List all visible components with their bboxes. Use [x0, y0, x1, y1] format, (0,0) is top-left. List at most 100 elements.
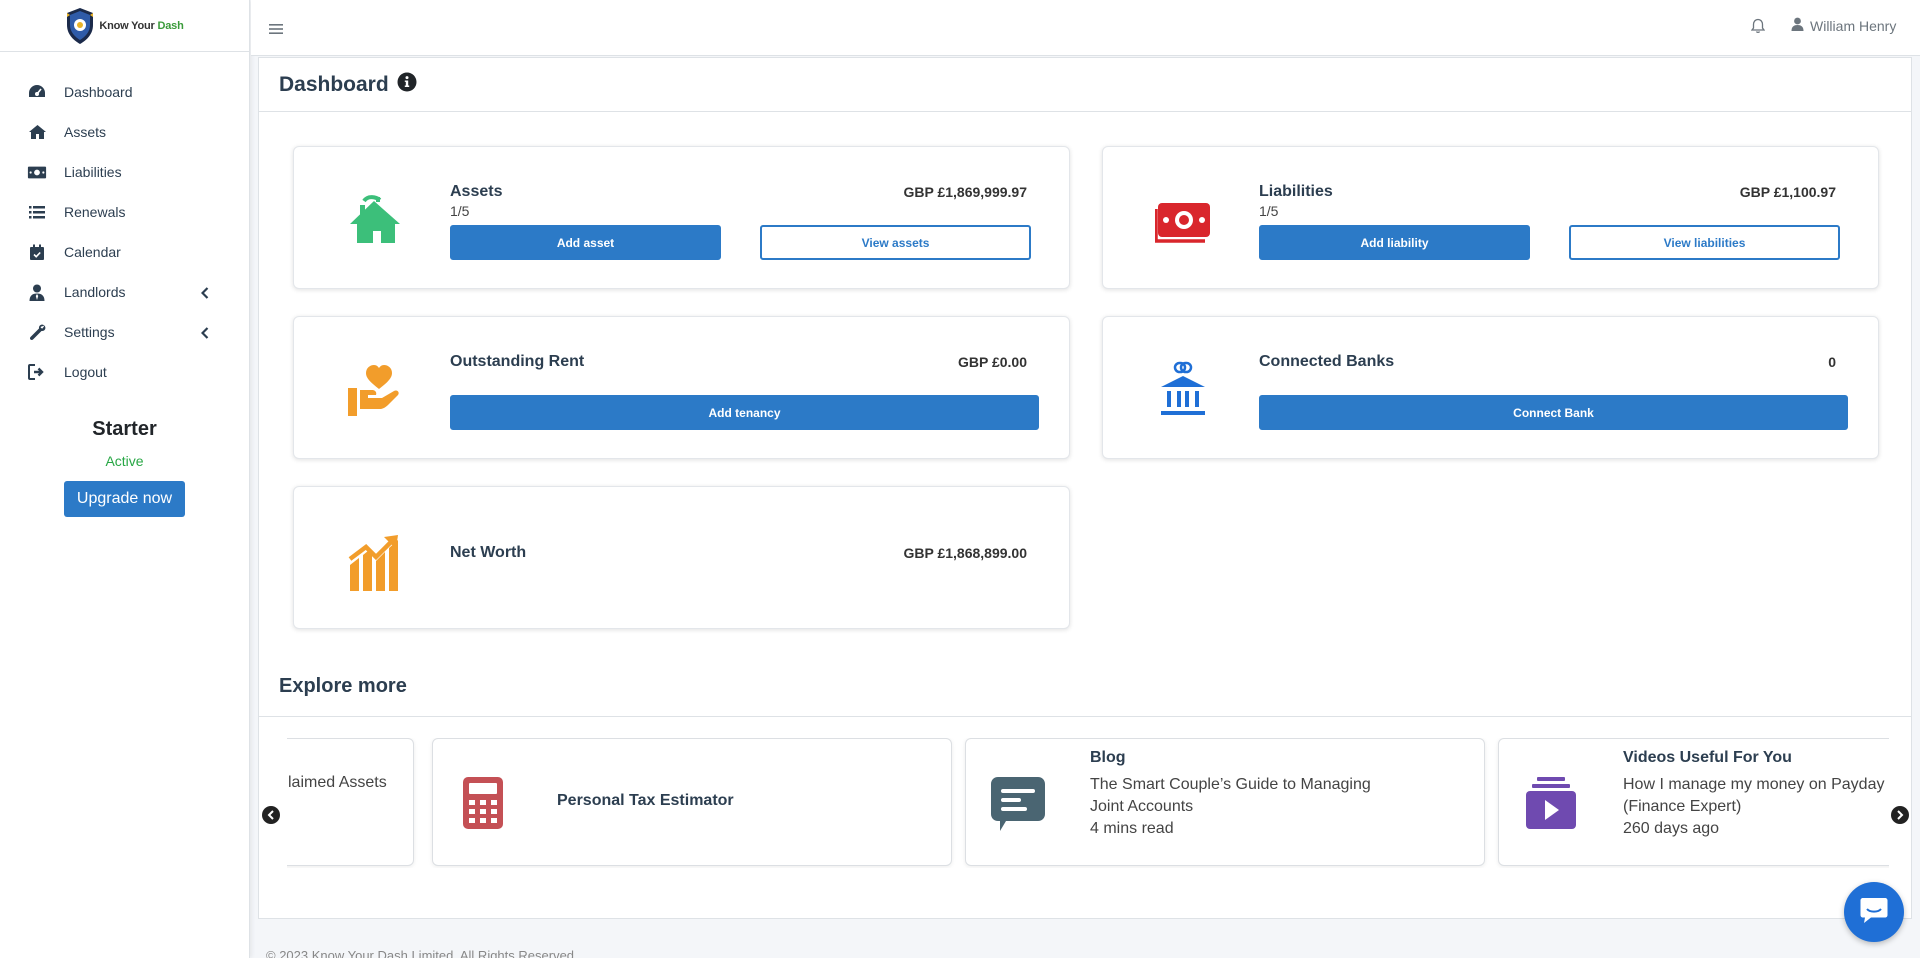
add-asset-button[interactable]: Add asset: [450, 225, 721, 260]
video-age: 260 days ago: [1623, 820, 1720, 837]
sidebar-item-label: Renewals: [64, 204, 126, 220]
sidebar-item-label: Assets: [64, 124, 107, 140]
calendar-icon: [27, 243, 47, 261]
hamburger-menu-icon[interactable]: [269, 22, 283, 40]
money-icon: [27, 163, 47, 181]
sidebar-item-renewals[interactable]: Renewals: [0, 192, 249, 232]
wrench-icon: [27, 323, 47, 341]
assets-amount: GBP £1,869,999.97: [903, 184, 1027, 200]
blog-read-time: 4 mins read: [1090, 820, 1174, 837]
explore-card-title: Personal Tax Estimator: [557, 792, 734, 809]
footer-copyright: © 2023 Know Your Dash Limited. All Right…: [266, 948, 578, 958]
explore-more-heading: Explore more: [279, 675, 407, 697]
chevron-right-icon: [1897, 810, 1904, 820]
plan-status: Active: [105, 453, 144, 469]
view-liabilities-button[interactable]: View liabilities: [1569, 225, 1840, 260]
divider: [259, 716, 1911, 717]
card-title: Connected Banks: [1259, 353, 1395, 370]
chevron-left-icon: [267, 810, 274, 820]
gauge-icon: [27, 83, 47, 101]
user-menu[interactable]: William Henry: [1791, 17, 1896, 34]
explore-card-blog[interactable]: Blog The Smart Couple’s Guide to Managin…: [965, 738, 1485, 866]
video-title: How I manage my money on Payday (Finance…: [1623, 776, 1885, 815]
user-name: William Henry: [1810, 17, 1897, 34]
chat-widget-button[interactable]: [1844, 882, 1904, 942]
brand[interactable]: Know Your Dash: [0, 0, 249, 52]
explore-card-tax-estimator[interactable]: Personal Tax Estimator: [432, 738, 952, 866]
carousel-prev-arrow[interactable]: [262, 806, 280, 824]
info-icon[interactable]: [397, 72, 417, 97]
bell-icon[interactable]: [1750, 18, 1766, 39]
sidebar-item-label: Liabilities: [64, 164, 122, 180]
sidebar-item-landlords[interactable]: Landlords: [0, 272, 249, 312]
explore-card-videos[interactable]: Videos Useful For You How I manage my mo…: [1498, 738, 1889, 866]
main-content: Dashboard Assets 1/5 GBP £1,869,999.97 A…: [258, 57, 1912, 919]
explore-card-title: Blog: [1090, 749, 1126, 766]
explore-card-title: Videos Useful For You: [1623, 749, 1792, 766]
sidebar-item-assets[interactable]: Assets: [0, 112, 249, 152]
chevron-left-icon: [200, 286, 209, 302]
chat-bubble-icon: [1859, 895, 1889, 930]
upgrade-button[interactable]: Upgrade now: [63, 481, 186, 517]
user-tie-icon: [27, 283, 47, 301]
explore-card-text: laimed Assets: [288, 774, 387, 791]
banks-count: 0: [1828, 354, 1836, 370]
sidebar-item-liabilities[interactable]: Liabilities: [0, 152, 249, 192]
brand-name: Know Your Dash: [99, 19, 184, 32]
page-header: Dashboard: [259, 58, 1911, 112]
sign-out-icon: [27, 363, 47, 381]
card-title: Outstanding Rent: [450, 353, 585, 370]
page-title: Dashboard: [279, 72, 389, 96]
net-worth-card: Net Worth GBP £1,868,899.00: [293, 486, 1070, 629]
sidebar-item-label: Dashboard: [64, 84, 133, 100]
card-title: Assets: [450, 183, 503, 200]
home-icon: [346, 191, 402, 247]
card-title: Net Worth: [450, 544, 527, 561]
view-assets-button[interactable]: View assets: [760, 225, 1031, 260]
explore-card-text: The Smart Couple’s Guide to Managing Joi…: [1090, 774, 1390, 840]
money-bill-icon: [1154, 191, 1211, 247]
carousel-next-arrow[interactable]: [1891, 806, 1909, 824]
outstanding-rent-card: Outstanding Rent GBP £0.00 Add tenancy: [293, 316, 1070, 459]
plan-panel: Starter Active Upgrade now: [0, 418, 249, 517]
sidebar-item-label: Calendar: [64, 244, 121, 260]
sidebar-item-settings[interactable]: Settings: [0, 312, 249, 352]
list-icon: [27, 203, 47, 221]
hand-holding-heart-icon: [346, 361, 402, 417]
blog-post-title: The Smart Couple’s Guide to Managing Joi…: [1090, 776, 1371, 815]
liability-count: 1/5: [1259, 203, 1279, 219]
chart-line-icon: [346, 531, 402, 591]
liabilities-card: Liabilities 1/5 GBP £1,100.97 Add liabil…: [1102, 146, 1879, 289]
card-title: Liabilities: [1259, 183, 1333, 200]
net-worth-amount: GBP £1,868,899.00: [903, 545, 1027, 561]
video-playlist-icon: [1523, 775, 1579, 831]
user-icon: [1791, 17, 1804, 34]
explore-carousel: laimed Assets Personal Tax Estimator Blo…: [287, 738, 1889, 868]
sidebar-item-label: Landlords: [64, 284, 126, 300]
plan-name: Starter: [92, 418, 157, 440]
liabilities-amount: GBP £1,100.97: [1739, 184, 1836, 200]
connected-banks-card: Connected Banks 0 Connect Bank: [1102, 316, 1879, 459]
calculator-icon: [461, 775, 517, 831]
rent-amount: GBP £0.00: [957, 354, 1027, 370]
sidebar-nav: Dashboard Assets Liabilities Renewals Ca…: [0, 72, 249, 392]
chevron-left-icon: [200, 326, 209, 342]
home-icon: [27, 123, 47, 141]
add-tenancy-button[interactable]: Add tenancy: [450, 395, 1039, 430]
sidebar-item-dashboard[interactable]: Dashboard: [0, 72, 249, 112]
bank-link-icon: [1155, 361, 1211, 417]
explore-card-unclaimed-assets[interactable]: laimed Assets: [287, 738, 414, 866]
sidebar-item-logout[interactable]: Logout: [0, 352, 249, 392]
sidebar-item-calendar[interactable]: Calendar: [0, 232, 249, 272]
add-liability-button[interactable]: Add liability: [1259, 225, 1530, 260]
connect-bank-button[interactable]: Connect Bank: [1259, 395, 1848, 430]
logo[interactable]: Know Your Dash: [65, 7, 184, 45]
blog-message-icon: [990, 775, 1046, 831]
assets-card: Assets 1/5 GBP £1,869,999.97 Add asset V…: [293, 146, 1070, 289]
topbar: William Henry: [251, 0, 1920, 56]
sidebar: Know Your Dash Dashboard Assets Liabilit…: [0, 0, 250, 958]
explore-card-text: How I manage my money on Payday (Finance…: [1623, 774, 1889, 840]
sidebar-item-label: Settings: [64, 324, 115, 340]
asset-count: 1/5: [450, 203, 470, 219]
sidebar-item-label: Logout: [64, 364, 107, 380]
